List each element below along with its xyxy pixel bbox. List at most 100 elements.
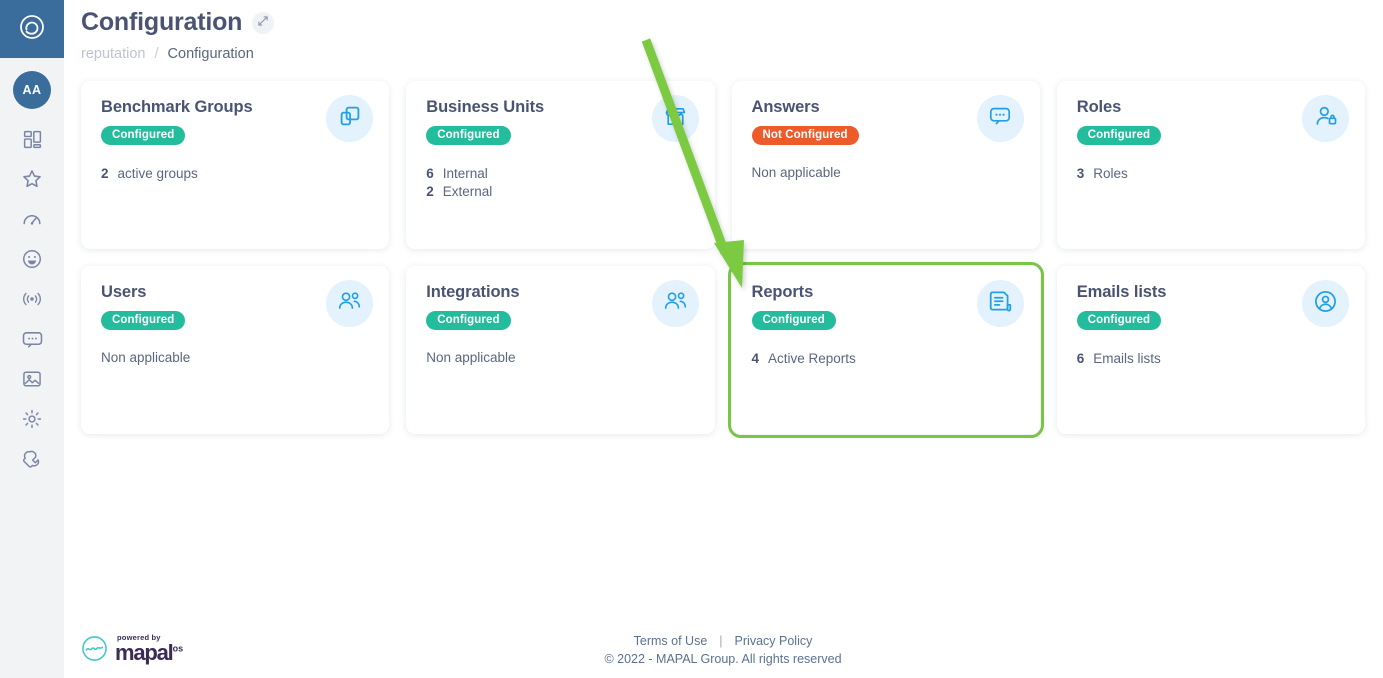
breadcrumb-parent[interactable]: reputation — [81, 46, 146, 62]
brand-logo[interactable] — [0, 0, 64, 58]
card-icon-badge — [651, 95, 699, 142]
card-note: Non applicable — [751, 165, 841, 180]
swirl-logo-icon — [17, 12, 47, 47]
two-users-icon — [663, 289, 688, 318]
status-badge: Configured — [426, 311, 511, 330]
stat-row: 4 Active Reports — [752, 350, 1020, 368]
stat-label: active groups — [117, 166, 198, 181]
stat-label: Internal — [442, 166, 488, 181]
configuration-page: AA Configuration reputation / Configurat… — [0, 0, 1383, 678]
config-card-answers[interactable]: Answers Not Configured Non applicable — [731, 81, 1040, 249]
privacy-policy-link[interactable]: Privacy Policy — [735, 634, 813, 648]
title-row: Configuration — [81, 8, 1365, 37]
sidebar-item-media[interactable] — [0, 359, 64, 399]
chat-bubble-dots-icon — [988, 105, 1012, 132]
card-stats: Non applicable — [426, 350, 694, 365]
stat-number: 6 — [1076, 351, 1085, 366]
status-badge: Not Configured — [751, 126, 859, 145]
card-note: Non applicable — [426, 350, 516, 365]
speedometer-icon — [21, 208, 43, 230]
status-badge: Configured — [101, 126, 186, 145]
storefront-icon — [663, 104, 688, 134]
configuration-card-grid: Benchmark Groups Configured 2 active groups… — [81, 81, 1365, 438]
card-stats: Non applicable — [101, 350, 369, 365]
footer-link-separator: | — [719, 634, 723, 648]
stat-row: 3 Roles — [1077, 165, 1345, 183]
copyright-text: © 2022 - MAPAL Group. All rights reserve… — [604, 652, 842, 666]
card-icon-badge — [326, 95, 374, 142]
expand-button[interactable] — [252, 11, 275, 34]
card-stats: 6 Internal 2 External — [426, 165, 694, 201]
page-title: Configuration — [81, 8, 243, 36]
sidebar-item-favourites[interactable] — [0, 159, 64, 199]
card-icon-badge — [1302, 280, 1349, 327]
stat-row: 6 Emails lists — [1077, 350, 1345, 368]
dashboard-grid-icon — [22, 129, 43, 150]
card-icon-badge — [976, 95, 1024, 142]
sidebar-item-tools[interactable] — [0, 439, 64, 479]
stat-label: External — [442, 184, 493, 200]
status-badge: Configured — [426, 126, 511, 145]
card-stats: 6 Emails lists — [1077, 350, 1345, 368]
breadcrumb: reputation / Configuration — [81, 46, 1365, 62]
user-lock-icon — [1314, 104, 1338, 133]
star-icon — [21, 168, 43, 190]
card-icon-badge — [326, 280, 374, 327]
document-report-icon — [988, 289, 1013, 319]
status-badge: Configured — [1076, 311, 1162, 330]
stat-number: 2 — [426, 184, 434, 200]
chat-bubble-icon — [21, 329, 44, 350]
card-icon-badge — [976, 280, 1024, 327]
sidebar-item-messages[interactable] — [0, 319, 64, 359]
sidebar-item-settings[interactable] — [0, 399, 64, 439]
status-badge: Configured — [1076, 126, 1162, 145]
stat-number: 3 — [1076, 166, 1085, 181]
breadcrumb-current: Configuration — [167, 46, 254, 62]
stat-row: 6 Internal — [426, 165, 694, 183]
stat-number: 2 — [101, 166, 109, 181]
avatar[interactable]: AA — [13, 71, 51, 109]
footer-links: Terms of Use | Privacy Policy — [81, 634, 1365, 648]
card-stats: Non applicable — [752, 165, 1020, 180]
stat-number: 4 — [751, 351, 760, 366]
config-card-roles[interactable]: Roles Configured 3 Roles — [1056, 81, 1365, 249]
stat-row: 2 active groups — [101, 165, 369, 183]
stat-label: Emails lists — [1093, 351, 1161, 366]
gear-icon — [21, 408, 43, 430]
config-card-emails-lists[interactable]: Emails lists Configured 6 Emails lists — [1056, 266, 1365, 434]
sidebar-item-performance[interactable] — [0, 199, 64, 239]
broadcast-icon — [20, 288, 44, 310]
sidebar-item-satisfaction[interactable] — [0, 239, 64, 279]
config-card-integrations[interactable]: Integrations Configured Non applicable — [406, 266, 715, 434]
config-card-reports[interactable]: Reports Configured 4 Active Reports — [727, 262, 1044, 438]
config-card-benchmark-groups[interactable]: Benchmark Groups Configured 2 active groups — [81, 81, 390, 249]
user-circle-icon — [1313, 289, 1338, 319]
stat-number: 6 — [426, 166, 434, 181]
config-card-business-units[interactable]: Business Units Configured 6 Internal 2 Extern… — [406, 81, 715, 249]
stat-row: 2 External — [426, 183, 694, 201]
image-icon — [21, 368, 43, 390]
smiley-icon — [21, 248, 43, 270]
card-note: Non applicable — [101, 350, 191, 365]
card-stats: 3 Roles — [1077, 165, 1345, 183]
footer: powered by mapalos Terms of Use | Privac… — [81, 633, 1365, 666]
card-icon-badge — [651, 280, 699, 327]
footer-center: Terms of Use | Privacy Policy © 2022 - M… — [81, 634, 1365, 666]
wrench-icon — [21, 448, 43, 470]
config-card-users[interactable]: Users Configured Non applicable — [81, 266, 390, 434]
terms-of-use-link[interactable]: Terms of Use — [634, 634, 708, 648]
stat-label: Active Reports — [768, 351, 856, 366]
card-stats: 4 Active Reports — [752, 350, 1020, 368]
main-content: Configuration reputation / Configuration… — [64, 0, 1383, 678]
copy-squares-icon — [338, 104, 362, 133]
expand-arrows-icon — [257, 14, 269, 32]
sidebar: AA — [0, 0, 64, 678]
sidebar-item-broadcast[interactable] — [0, 279, 64, 319]
sidebar-item-dashboard[interactable] — [0, 119, 64, 159]
card-stats: 2 active groups — [101, 165, 369, 183]
two-users-icon — [337, 289, 362, 318]
card-icon-badge — [1302, 95, 1349, 142]
stat-label: Roles — [1093, 166, 1128, 181]
status-badge: Configured — [751, 311, 836, 330]
page-header: Configuration reputation / Configuration — [81, 0, 1365, 62]
